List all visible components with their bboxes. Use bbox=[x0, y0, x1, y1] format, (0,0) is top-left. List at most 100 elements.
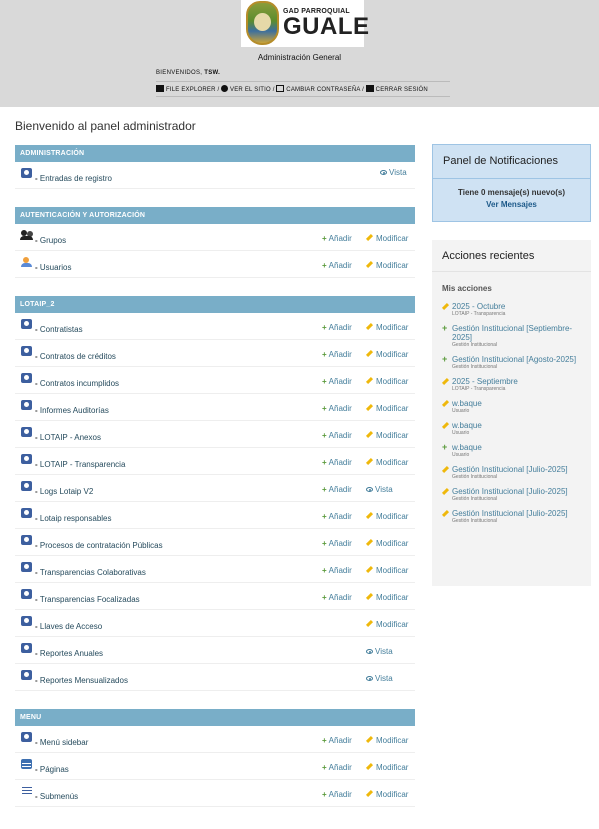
change-link[interactable]: Modificar bbox=[365, 538, 408, 548]
model-link[interactable]: - Menú sidebar bbox=[35, 738, 88, 747]
view-link[interactable]: Vista bbox=[366, 674, 393, 683]
change-link[interactable]: Modificar bbox=[365, 619, 408, 629]
view-messages-link[interactable]: Ver Mensajes bbox=[433, 200, 590, 209]
model-link[interactable]: - Logs Lotaip V2 bbox=[35, 487, 93, 496]
change-link[interactable]: Modificar bbox=[365, 376, 408, 386]
change-link[interactable]: Modificar bbox=[365, 233, 408, 243]
change-link[interactable]: Modificar bbox=[365, 592, 408, 602]
welcome-text: BIENVENIDOS, TSW. bbox=[156, 70, 450, 76]
model-link[interactable]: - Entradas de registro bbox=[35, 174, 112, 183]
add-link[interactable]: + Añadir bbox=[322, 458, 352, 467]
add-link[interactable]: + Añadir bbox=[322, 539, 352, 548]
model-link[interactable]: - Lotaip responsables bbox=[35, 514, 112, 523]
view-link[interactable]: Vista bbox=[366, 647, 393, 656]
change-password-link[interactable]: CAMBIAR CONTRASEÑA / bbox=[276, 85, 364, 93]
model-name-text: Llaves de Acceso bbox=[39, 622, 103, 631]
add-link[interactable]: + Añadir bbox=[322, 512, 352, 521]
user-links: FILE EXPLORER / VER EL SITIO / CAMBIAR C… bbox=[156, 81, 450, 97]
model-row: - LOTAIP - Anexos + Añadir Modificar bbox=[15, 421, 415, 448]
model-link[interactable]: - Transparencias Focalizadas bbox=[35, 595, 140, 604]
model-name-text: Contratos incumplidos bbox=[39, 379, 120, 388]
model-link[interactable]: - Reportes Anuales bbox=[35, 649, 103, 658]
model-link[interactable]: - Contratos de créditos bbox=[35, 352, 116, 361]
model-name-text: Reportes Anuales bbox=[39, 649, 104, 658]
model-link[interactable]: - Submenús bbox=[35, 792, 78, 801]
model-link[interactable]: - Reportes Mensualizados bbox=[35, 676, 128, 685]
recent-action-type: Usuario bbox=[452, 430, 470, 436]
add-link[interactable]: + Añadir bbox=[322, 323, 352, 332]
change-link[interactable]: Modificar bbox=[365, 511, 408, 521]
module-caption[interactable]: Administración bbox=[15, 145, 415, 162]
recent-action-link[interactable]: 2025 - Octubre bbox=[452, 302, 591, 311]
recent-action-link[interactable]: w.baque bbox=[452, 421, 591, 430]
change-link[interactable]: Modificar bbox=[365, 735, 408, 745]
change-link[interactable]: Modificar bbox=[365, 789, 408, 799]
model-name-text: Páginas bbox=[39, 765, 69, 774]
model-name-text: Grupos bbox=[39, 236, 67, 245]
module-caption[interactable]: Lotaip_2 bbox=[15, 296, 415, 313]
add-link[interactable]: + Añadir bbox=[322, 736, 352, 745]
view-link[interactable]: Vista bbox=[380, 168, 407, 177]
change-link[interactable]: Modificar bbox=[365, 403, 408, 413]
recent-action-link[interactable]: w.baque bbox=[452, 399, 591, 408]
gear-icon bbox=[21, 670, 32, 680]
view-site-link[interactable]: VER EL SITIO / bbox=[221, 85, 275, 93]
add-link[interactable]: + Añadir bbox=[322, 350, 352, 359]
add-link[interactable]: + Añadir bbox=[322, 431, 352, 440]
recent-action-link[interactable]: Gestión Institucional [Julio-2025] bbox=[452, 487, 591, 496]
recent-action-link[interactable]: w.baque bbox=[452, 443, 591, 452]
model-link[interactable]: - Grupos bbox=[35, 236, 66, 245]
model-link[interactable]: - Contratistas bbox=[35, 325, 83, 334]
add-link[interactable]: + Añadir bbox=[322, 566, 352, 575]
change-link[interactable]: Modificar bbox=[365, 762, 408, 772]
file-explorer-link[interactable]: FILE EXPLORER / bbox=[156, 85, 219, 93]
model-row: - Contratistas + Añadir Modificar bbox=[15, 313, 415, 340]
recent-action-link[interactable]: Gestión Institucional [Septiembre-2025] bbox=[452, 324, 591, 342]
add-label: Añadir bbox=[328, 323, 352, 332]
model-name-text: Contratos de créditos bbox=[39, 352, 116, 361]
add-link[interactable]: + Añadir bbox=[322, 261, 352, 270]
site-logo[interactable]: GAD PARROQUIAL GUALE bbox=[241, 0, 369, 47]
change-link[interactable]: Modificar bbox=[365, 565, 408, 575]
add-link[interactable]: + Añadir bbox=[322, 485, 352, 494]
module-caption[interactable]: Menu bbox=[15, 709, 415, 726]
add-link[interactable]: + Añadir bbox=[322, 377, 352, 386]
add-link[interactable]: + Añadir bbox=[322, 790, 352, 799]
recent-action-link[interactable]: Gestión Institucional [Agosto-2025] bbox=[452, 355, 591, 364]
change-link[interactable]: Modificar bbox=[365, 322, 408, 332]
model-link[interactable]: - Usuarios bbox=[35, 263, 71, 272]
model-link[interactable]: - Contratos incumplidos bbox=[35, 379, 119, 388]
model-link[interactable]: - Llaves de Acceso bbox=[35, 622, 102, 631]
add-link[interactable]: + Añadir bbox=[322, 593, 352, 602]
recent-action-type: Gestión Institucional bbox=[452, 518, 498, 524]
change-link[interactable]: Modificar bbox=[365, 260, 408, 270]
change-link[interactable]: Modificar bbox=[365, 430, 408, 440]
add-link[interactable]: + Añadir bbox=[322, 763, 352, 772]
add-link[interactable]: + Añadir bbox=[322, 404, 352, 413]
module-caption[interactable]: Autenticación y autorización bbox=[15, 207, 415, 224]
recent-action-type: Gestión Institucional bbox=[452, 496, 498, 502]
recent-action-link[interactable]: 2025 - Septiembre bbox=[452, 377, 591, 386]
change-link[interactable]: Modificar bbox=[365, 457, 408, 467]
recent-action-type: Usuario bbox=[452, 408, 470, 414]
gear-icon bbox=[21, 732, 32, 742]
model-link[interactable]: - LOTAIP - Transparencia bbox=[35, 460, 125, 469]
change-link[interactable]: Modificar bbox=[365, 349, 408, 359]
model-link[interactable]: - Páginas bbox=[35, 765, 69, 774]
model-link[interactable]: - Procesos de contratación Públicas bbox=[35, 541, 163, 550]
view-link[interactable]: Vista bbox=[366, 485, 393, 494]
plus-icon: + bbox=[322, 539, 327, 548]
pencil-icon bbox=[365, 376, 374, 385]
model-row: - Contratos incumplidos + Añadir Modificar bbox=[15, 367, 415, 394]
pencil-icon bbox=[365, 403, 374, 412]
recent-action-type: Gestión Institucional bbox=[452, 364, 498, 370]
logout-link[interactable]: CERRAR SESIÓN bbox=[365, 85, 428, 93]
add-link[interactable]: + Añadir bbox=[322, 234, 352, 243]
recent-action-link[interactable]: Gestión Institucional [Julio-2025] bbox=[452, 465, 591, 474]
model-link[interactable]: - LOTAIP - Anexos bbox=[35, 433, 101, 442]
recent-action-link[interactable]: Gestión Institucional [Julio-2025] bbox=[452, 509, 591, 518]
plus-icon: + bbox=[322, 763, 327, 772]
gear-icon bbox=[21, 481, 32, 491]
model-link[interactable]: - Informes Auditorías bbox=[35, 406, 109, 415]
model-link[interactable]: - Transparencias Colaborativas bbox=[35, 568, 146, 577]
